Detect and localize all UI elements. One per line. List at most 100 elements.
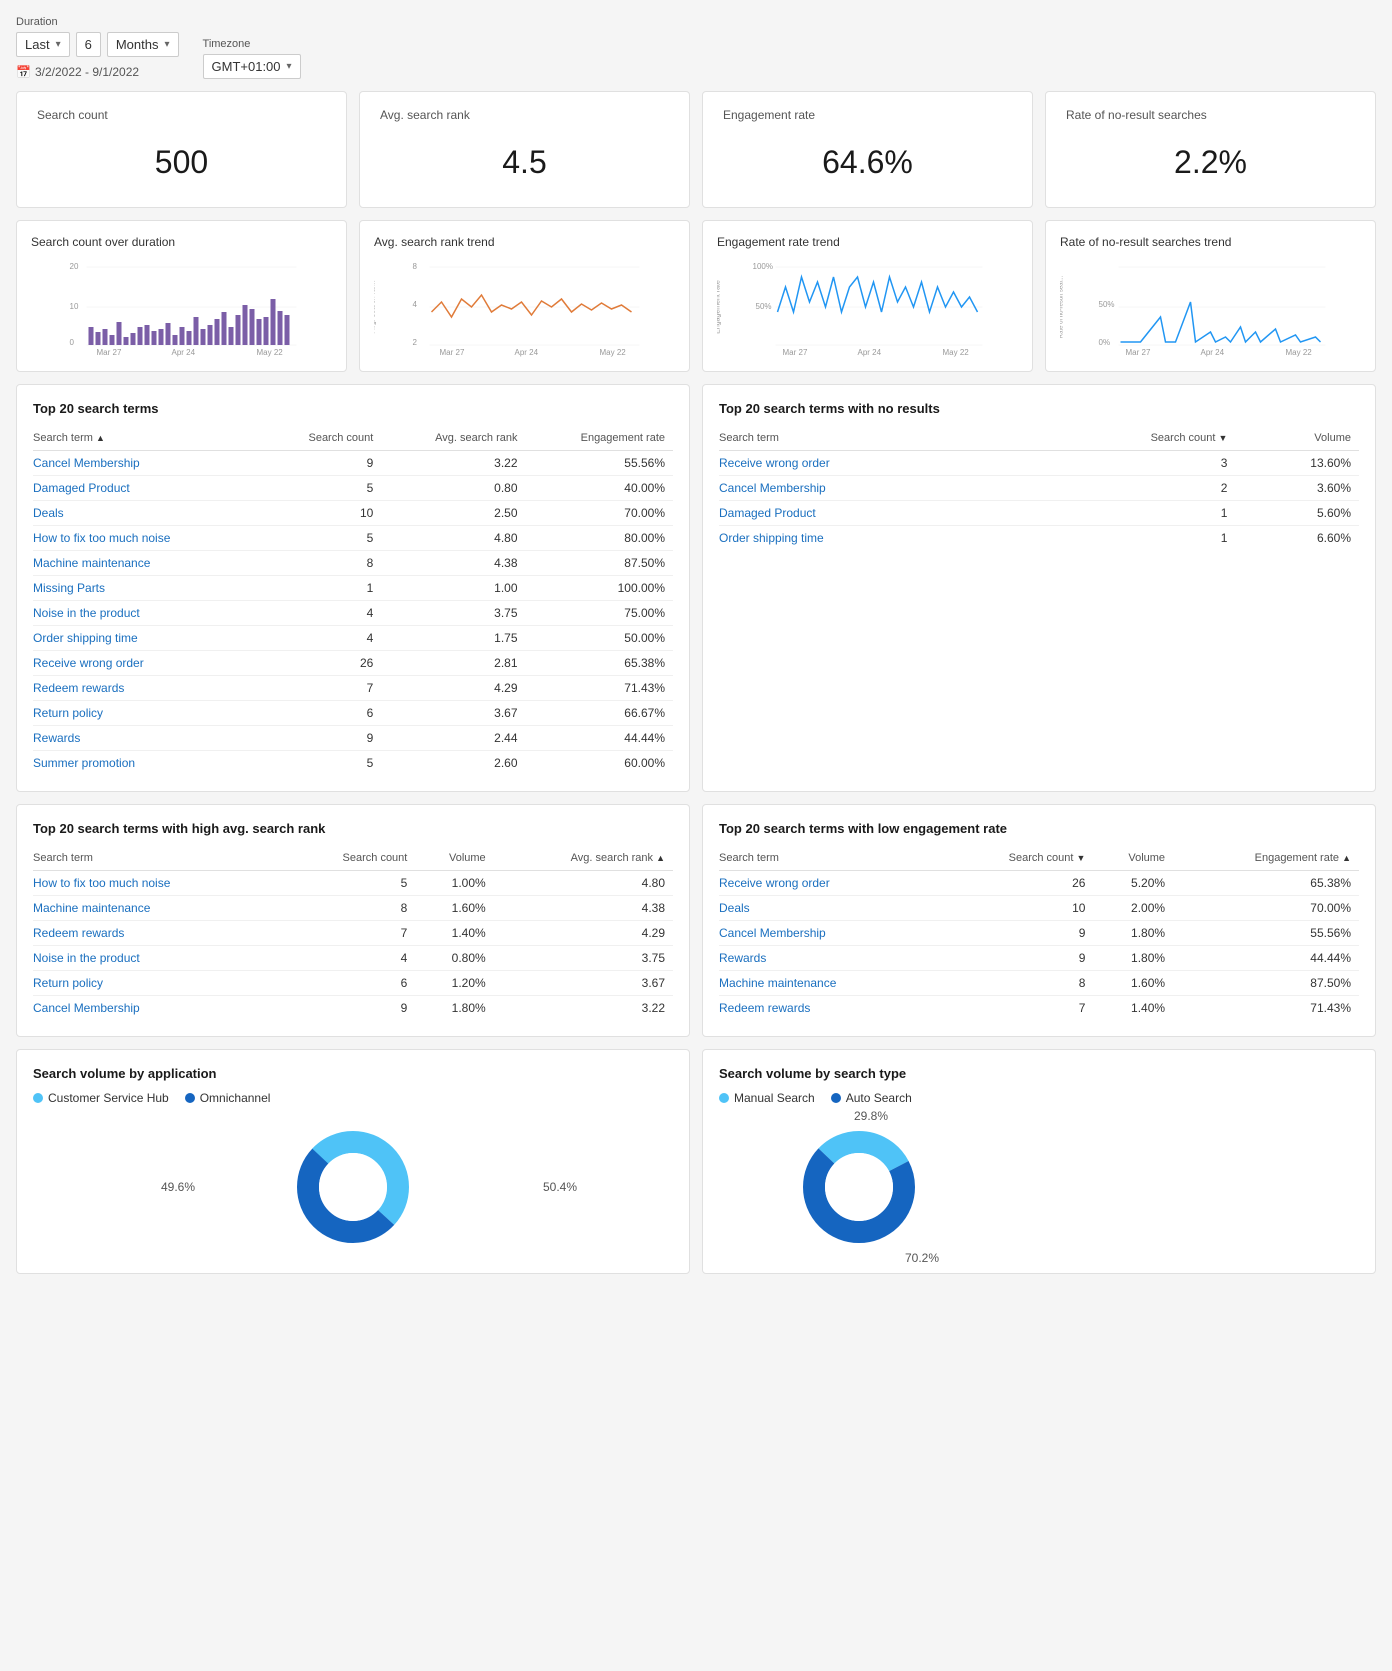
sort-arrow-le-count[interactable]: ▼: [1077, 853, 1086, 863]
chart-search-count: Search count over duration Search count …: [16, 220, 347, 372]
engagement-cell: 50.00%: [526, 626, 674, 651]
le-term-cell[interactable]: Receive wrong order: [719, 871, 942, 896]
svg-text:100%: 100%: [753, 262, 773, 271]
svg-text:0: 0: [70, 338, 75, 347]
count-cell: 10: [265, 501, 381, 526]
le-term-cell[interactable]: Rewards: [719, 946, 942, 971]
engagement-cell: 40.00%: [526, 476, 674, 501]
svg-text:Apr 24: Apr 24: [515, 348, 539, 357]
kpi-engagement-rate-title: Engagement rate: [723, 108, 1012, 122]
table-row: Redeem rewards 7 1.40% 71.43%: [719, 996, 1359, 1021]
term-cell[interactable]: Summer promotion: [33, 751, 265, 776]
nr-term-cell[interactable]: Damaged Product: [719, 501, 1020, 526]
nr-term-cell[interactable]: Order shipping time: [719, 526, 1020, 551]
sort-arrow-term[interactable]: ▲: [96, 433, 105, 443]
term-cell[interactable]: How to fix too much noise: [33, 526, 265, 551]
engagement-cell: 70.00%: [526, 501, 674, 526]
le-engagement-cell: 71.43%: [1173, 996, 1359, 1021]
hr-rank-cell: 3.75: [494, 946, 673, 971]
svg-text:50%: 50%: [1099, 300, 1115, 309]
timezone-arrow: ▾: [287, 61, 292, 72]
le-term-cell[interactable]: Redeem rewards: [719, 996, 942, 1021]
sort-arrow-le-eng[interactable]: ▲: [1342, 853, 1351, 863]
term-cell[interactable]: Cancel Membership: [33, 451, 265, 476]
kpi-avg-rank-value: 4.5: [380, 134, 669, 191]
le-term-cell[interactable]: Deals: [719, 896, 942, 921]
svg-text:Mar 27: Mar 27: [440, 348, 465, 357]
nr-term-cell[interactable]: Receive wrong order: [719, 451, 1020, 476]
le-volume-cell: 2.00%: [1093, 896, 1173, 921]
kpi-engagement-rate-value: 64.6%: [723, 134, 1012, 191]
le-engagement-cell: 87.50%: [1173, 971, 1359, 996]
table-high-rank: Top 20 search terms with high avg. searc…: [16, 804, 690, 1037]
period-type-value: Last: [25, 37, 50, 52]
table-row: How to fix too much noise 5 4.80 80.00%: [33, 526, 673, 551]
period-unit-select[interactable]: Months ▾: [107, 32, 179, 57]
le-count-cell: 7: [942, 996, 1093, 1021]
hr-rank-cell: 4.38: [494, 896, 673, 921]
timezone-label: Timezone: [203, 38, 301, 50]
col-hr-count: Search count: [288, 848, 416, 871]
chart-no-result-trend-title: Rate of no-result searches trend: [1060, 235, 1361, 249]
svg-text:8: 8: [413, 262, 418, 271]
table-low-engagement: Top 20 search terms with low engagement …: [702, 804, 1376, 1037]
hr-volume-cell: 0.80%: [415, 946, 493, 971]
donut-search-type-chart: 29.8% 70.2%: [719, 1117, 1359, 1257]
term-cell[interactable]: Machine maintenance: [33, 551, 265, 576]
kpi-search-count-value: 500: [37, 134, 326, 191]
hr-volume-cell: 1.40%: [415, 921, 493, 946]
legend-dot-manual: [719, 1093, 729, 1103]
col-search-term: Search term ▲: [33, 428, 265, 451]
engagement-cell: 66.67%: [526, 701, 674, 726]
le-term-cell[interactable]: Cancel Membership: [719, 921, 942, 946]
chart-row: Search count over duration Search count …: [16, 220, 1376, 372]
term-cell[interactable]: Deals: [33, 501, 265, 526]
hr-term-cell[interactable]: Redeem rewards: [33, 921, 288, 946]
high-rank-scroll[interactable]: Search term Search count Volume Avg. sea…: [33, 848, 673, 1020]
term-cell[interactable]: Noise in the product: [33, 601, 265, 626]
sort-arrow-nr-count[interactable]: ▼: [1218, 433, 1227, 443]
hr-term-cell[interactable]: Return policy: [33, 971, 288, 996]
term-cell[interactable]: Rewards: [33, 726, 265, 751]
kpi-avg-rank: Avg. search rank 4.5: [359, 91, 690, 208]
timezone-select[interactable]: GMT+01:00 ▾: [203, 54, 301, 79]
hr-term-cell[interactable]: How to fix too much noise: [33, 871, 288, 896]
period-value-select[interactable]: 6: [76, 32, 101, 57]
term-cell[interactable]: Return policy: [33, 701, 265, 726]
period-type-select[interactable]: Last ▾: [16, 32, 70, 57]
svg-text:Apr 24: Apr 24: [1201, 348, 1225, 357]
table-row: Receive wrong order 3 13.60%: [719, 451, 1359, 476]
count-cell: 5: [265, 751, 381, 776]
rank-cell: 4.38: [381, 551, 525, 576]
count-cell: 5: [265, 526, 381, 551]
term-cell[interactable]: Damaged Product: [33, 476, 265, 501]
le-count-cell: 9: [942, 946, 1093, 971]
term-cell[interactable]: Missing Parts: [33, 576, 265, 601]
hr-count-cell: 5: [288, 871, 416, 896]
low-engagement-scroll[interactable]: Search term Search count ▼ Volume Engage…: [719, 848, 1359, 1020]
engagement-cell: 44.44%: [526, 726, 674, 751]
hr-term-cell[interactable]: Cancel Membership: [33, 996, 288, 1021]
rank-cell: 1.75: [381, 626, 525, 651]
hr-term-cell[interactable]: Noise in the product: [33, 946, 288, 971]
engagement-cell: 71.43%: [526, 676, 674, 701]
le-volume-cell: 1.60%: [1093, 971, 1173, 996]
nr-term-cell[interactable]: Cancel Membership: [719, 476, 1020, 501]
term-cell[interactable]: Order shipping time: [33, 626, 265, 651]
le-term-cell[interactable]: Machine maintenance: [719, 971, 942, 996]
sort-arrow-hr-rank[interactable]: ▲: [656, 853, 665, 863]
nr-count-cell: 2: [1020, 476, 1235, 501]
chart-search-count-area: Search count 20 10 0: [31, 257, 332, 357]
period-type-arrow: ▾: [56, 39, 61, 50]
term-cell[interactable]: Redeem rewards: [33, 676, 265, 701]
donut-application-legend: Customer Service Hub Omnichannel: [33, 1091, 673, 1105]
term-cell[interactable]: Receive wrong order: [33, 651, 265, 676]
hr-term-cell[interactable]: Machine maintenance: [33, 896, 288, 921]
table-row: Redeem rewards 7 1.40% 4.29: [33, 921, 673, 946]
count-cell: 8: [265, 551, 381, 576]
svg-text:20: 20: [70, 262, 79, 271]
hr-count-cell: 6: [288, 971, 416, 996]
nr-volume-cell: 5.60%: [1235, 501, 1359, 526]
hr-count-cell: 9: [288, 996, 416, 1021]
svg-text:Mar 27: Mar 27: [97, 348, 122, 357]
